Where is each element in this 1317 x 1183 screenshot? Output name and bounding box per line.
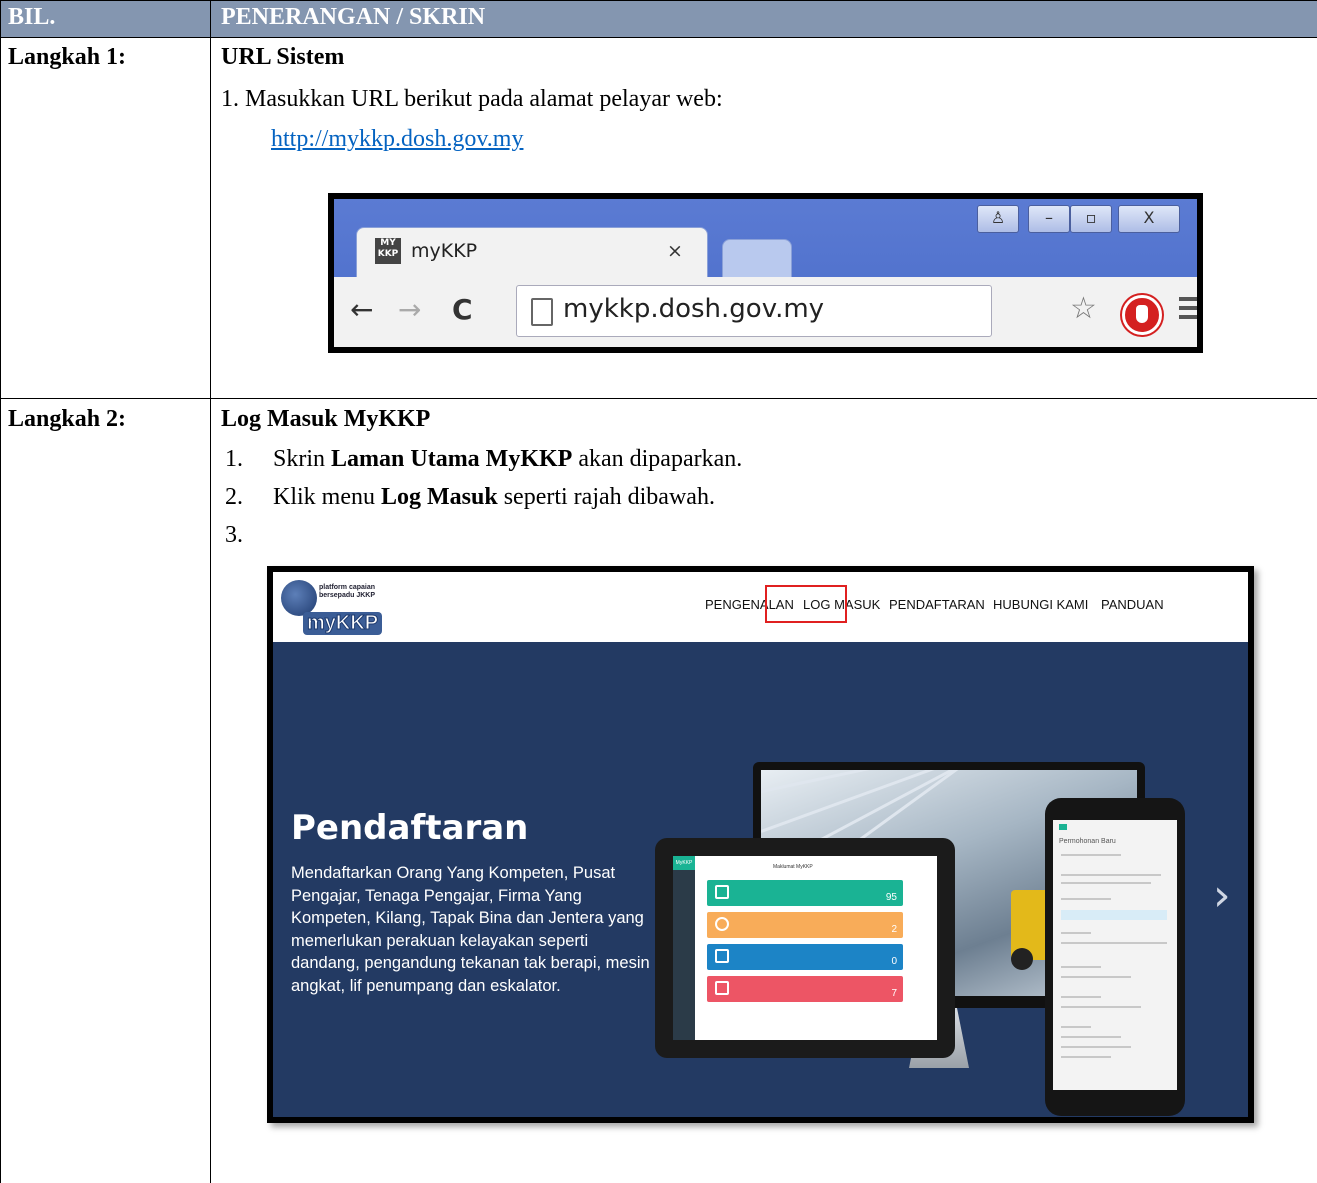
tablet-brand: MyKKP — [673, 856, 695, 870]
tab-title: myKKP — [411, 240, 478, 262]
step1-label: Langkah 1: — [8, 44, 127, 70]
money-icon — [715, 981, 729, 995]
tab-close-icon: × — [667, 240, 683, 262]
hero-title: Pendaftaran — [291, 808, 529, 848]
reload-icon: C — [452, 293, 473, 326]
browser-toolbar: ← → C mykkp.dosh.gov.my ☆ — [334, 277, 1197, 347]
instruction-table: BIL. PENERANGAN / SKRIN Langkah 1: URL S… — [0, 0, 1317, 1183]
step2-title: Log Masuk MyKKP — [221, 406, 431, 432]
menu-icon — [1179, 297, 1197, 324]
mykkp-favicon-icon: MY KKP — [375, 238, 401, 264]
header-col-bil: BIL. — [8, 4, 56, 30]
star-icon: ☆ — [1070, 291, 1097, 326]
table-header: BIL. PENERANGAN / SKRIN — [0, 0, 1317, 38]
site-navbar: platform capaian bersepadu JKKP myKKP PEN… — [273, 572, 1248, 642]
table-border-left — [0, 0, 1, 1183]
new-tab-icon — [722, 239, 792, 279]
nav-pendaftaran: PENDAFTARAN — [889, 597, 985, 612]
address-bar: mykkp.dosh.gov.my — [516, 285, 992, 337]
stop-icon — [1122, 295, 1162, 335]
hero-description: Mendaftarkan Orang Yang Kompeten, Pusat … — [291, 864, 650, 995]
browser-tab: MY KKP myKKP × — [356, 227, 708, 279]
step1-title: URL Sistem — [221, 44, 345, 70]
step2-item-1: 1. Skrin Laman Utama MyKKP akan dipaparka… — [225, 446, 743, 472]
nav-panduan: PANDUAN — [1101, 597, 1164, 612]
close-window-icon: X — [1118, 205, 1180, 233]
globe-logo-icon — [281, 580, 317, 616]
address-bar-url: mykkp.dosh.gov.my — [563, 294, 825, 324]
user-icon — [715, 917, 729, 931]
system-url-link[interactable]: http://mykkp.dosh.gov.my — [271, 126, 523, 153]
minimize-icon: – — [1028, 205, 1070, 233]
logo-name: myKKP — [303, 612, 383, 635]
phone-image: Permohonan Baru — [1045, 798, 1185, 1116]
logo-tagline: platform capaian bersepadu JKKP — [319, 584, 376, 599]
table-row-divider — [0, 398, 1317, 399]
step2-item-3: 3. — [225, 522, 243, 548]
maximize-icon: ▫ — [1070, 205, 1112, 233]
envelope-icon — [715, 885, 729, 899]
table-border-top — [0, 0, 1317, 1]
browser-screenshot: ♙ – ▫ X MY KKP myKKP × ← → C mykkp.dosh.… — [328, 193, 1203, 353]
mykkp-homepage-screenshot: platform capaian bersepadu JKKP myKKP PEN… — [267, 566, 1254, 1123]
table-column-divider — [210, 0, 211, 1183]
header-col-penerangan: PENERANGAN / SKRIN — [221, 4, 486, 30]
user-icon: ♙ — [977, 205, 1019, 233]
step2-item-2: 2. Klik menu Log Masuk seperti rajah diba… — [225, 484, 715, 510]
carousel-next-icon: › — [1213, 870, 1231, 921]
step1-instruction: 1. Masukkan URL berikut pada alamat pela… — [221, 86, 723, 112]
forward-arrow-icon: → — [398, 293, 422, 326]
tablet-heading: Maklumat MyKKP — [773, 864, 813, 870]
back-arrow-icon: ← — [350, 293, 374, 326]
tablet-card-notifikasi: 2 — [707, 912, 903, 938]
file-icon — [715, 949, 729, 963]
tablet-card-pembayaran: 7 — [707, 976, 903, 1002]
tablet-card-pemberitahuan: 0 — [707, 944, 903, 970]
step2-label: Langkah 2: — [8, 406, 127, 432]
tablet-image: MyKKP Maklumat MyKKP 95 2 0 7 — [655, 838, 955, 1058]
phone-title: Permohonan Baru — [1059, 838, 1116, 845]
log-masuk-highlight-box — [765, 585, 847, 623]
page-icon — [531, 298, 553, 326]
nav-hubungi-kami: HUBUNGI KAMI — [993, 597, 1089, 612]
tablet-card-permohonan: 95 — [707, 880, 903, 906]
